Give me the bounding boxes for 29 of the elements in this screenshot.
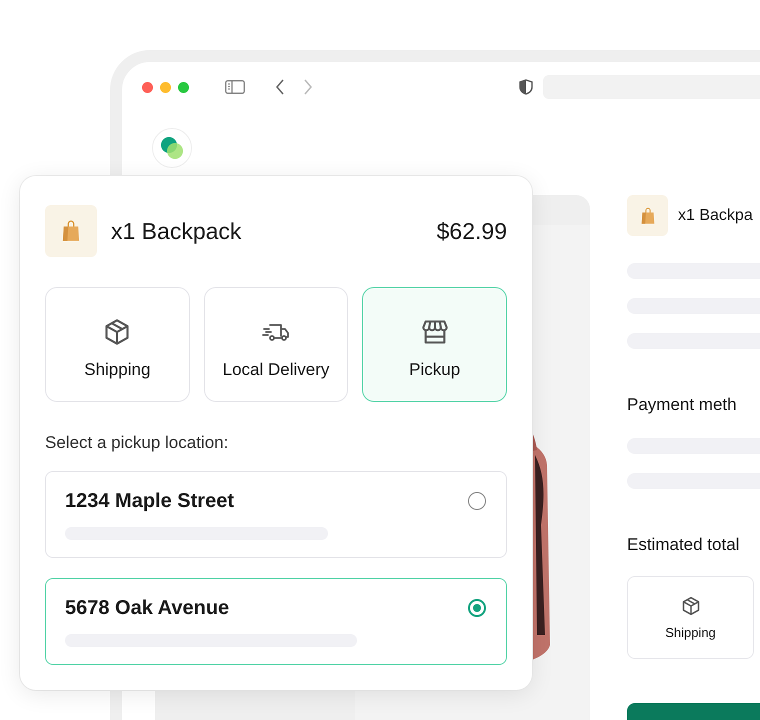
maximize-window-button[interactable] bbox=[178, 82, 189, 92]
delivery-option[interactable]: Shipping bbox=[45, 287, 190, 402]
section-heading: Estimated total bbox=[627, 535, 740, 555]
box-icon bbox=[103, 318, 132, 346]
item-title: x1 Backpack bbox=[111, 218, 242, 244]
radio-button[interactable] bbox=[468, 599, 486, 617]
location-prompt: Select a pickup location: bbox=[45, 433, 230, 453]
forward-icon[interactable] bbox=[303, 79, 313, 95]
section-heading: Payment meth bbox=[627, 395, 738, 415]
back-icon[interactable] bbox=[275, 79, 285, 95]
close-window-button[interactable] bbox=[142, 82, 153, 92]
shipping-option[interactable]: Shipping bbox=[627, 576, 754, 659]
sidebar-icon[interactable] bbox=[225, 80, 245, 94]
logo-icon bbox=[152, 128, 192, 168]
storefront-icon bbox=[420, 318, 449, 346]
delivery-option[interactable]: Pickup bbox=[362, 287, 507, 402]
location-name: 5678 Oak Avenue bbox=[65, 597, 230, 620]
shield-icon[interactable] bbox=[519, 79, 533, 95]
minimize-window-button[interactable] bbox=[160, 82, 171, 92]
location-option[interactable]: 1234 Maple Street bbox=[45, 471, 507, 558]
delivery-option[interactable]: Local Delivery bbox=[204, 287, 348, 402]
item-title: x1 Backpa bbox=[678, 206, 753, 224]
shopping-bag-icon bbox=[640, 206, 654, 224]
location-name: 1234 Maple Street bbox=[65, 490, 234, 513]
box-icon bbox=[680, 596, 700, 616]
item-price: $62.99 bbox=[436, 218, 507, 244]
location-option[interactable]: 5678 Oak Avenue bbox=[45, 578, 507, 665]
radio-button[interactable] bbox=[468, 492, 486, 510]
shopping-bag-icon bbox=[62, 219, 80, 243]
